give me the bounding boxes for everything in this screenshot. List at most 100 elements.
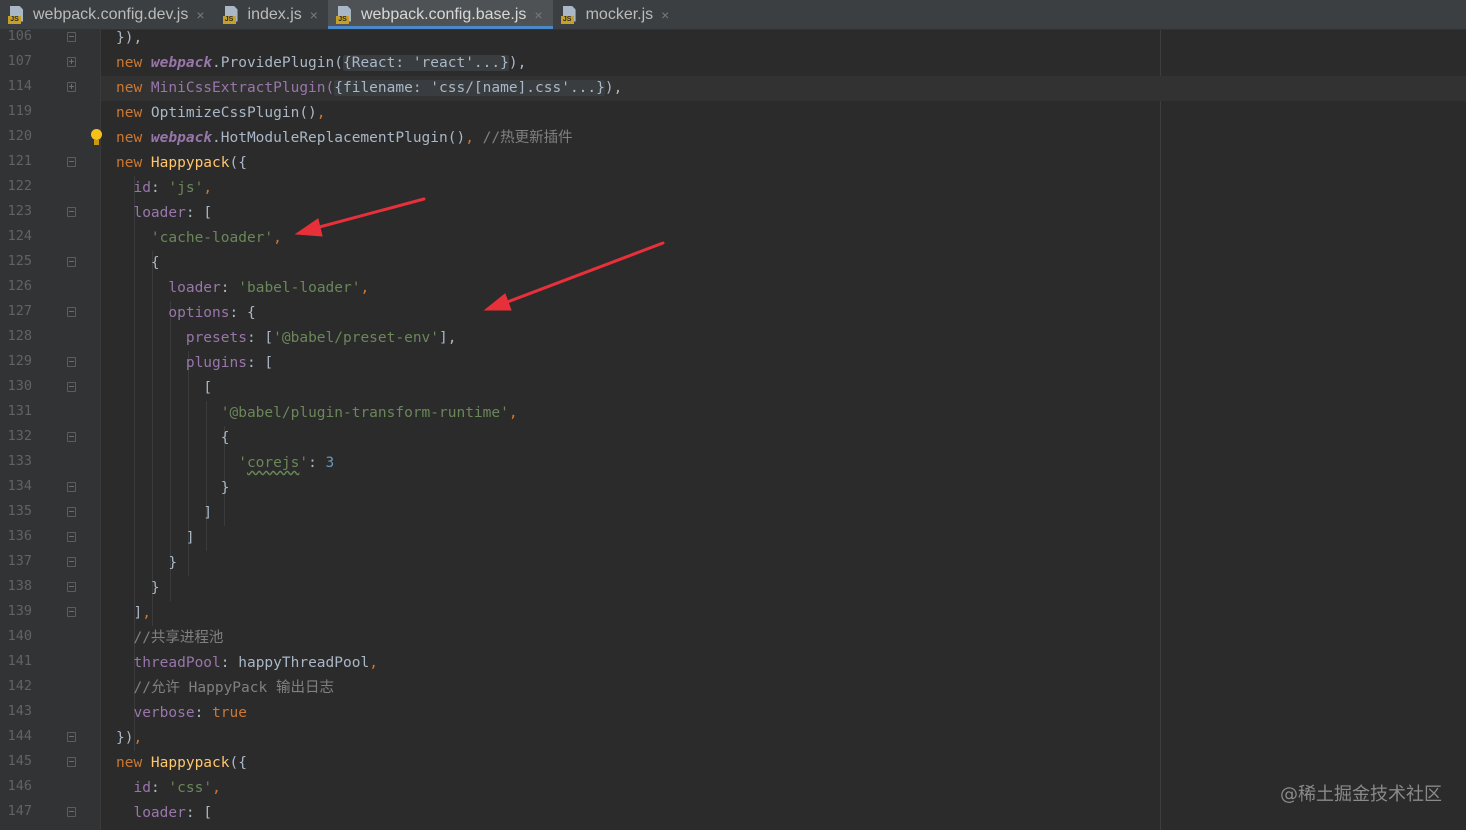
line-number: 131	[7, 403, 32, 419]
fold-end-icon[interactable]	[67, 732, 76, 742]
fold-collapse-icon[interactable]	[67, 257, 76, 267]
tab-mocker[interactable]: JS mocker.js ×	[553, 0, 680, 29]
line-number: 135	[7, 503, 32, 519]
fold-end-icon[interactable]	[67, 557, 76, 567]
fold-end-icon[interactable]	[67, 582, 76, 592]
code-line-131: '@babel/plugin-transform-runtime',	[220, 405, 518, 421]
code-line-132: {	[220, 430, 230, 446]
line-number: 145	[7, 753, 32, 769]
code-line-133: 'corejs': 3	[238, 455, 335, 471]
code-line-139: ],	[133, 605, 151, 621]
code-line-126: loader: 'babel-loader',	[168, 280, 370, 296]
code-line-130: [	[203, 380, 213, 396]
code-line-122: id: 'js',	[133, 180, 213, 196]
code-line-129: plugins: [	[185, 355, 274, 371]
code-area[interactable]: }), new webpack.ProvidePlugin({React: 'r…	[101, 26, 1466, 826]
code-line-123: loader: [	[133, 205, 213, 221]
code-line-145: new Happypack({	[116, 755, 247, 771]
code-line-127: options: {	[168, 305, 256, 321]
tab-webpack-config-base[interactable]: JS webpack.config.base.js ×	[327, 0, 553, 29]
code-line-144: }),	[116, 730, 143, 746]
tab-index[interactable]: JS index.js ×	[215, 0, 328, 29]
code-line-137: }	[168, 555, 178, 571]
line-number: 128	[7, 328, 32, 344]
code-line-124: 'cache-loader',	[150, 230, 282, 246]
code-line-119: new OptimizeCssPlugin(),	[116, 105, 326, 121]
code-line-134: }	[220, 480, 230, 496]
code-line-138: }	[150, 580, 160, 596]
close-icon[interactable]: ×	[661, 7, 669, 23]
tab-label: webpack.config.base.js	[360, 5, 527, 23]
code-line-121: new Happypack({	[116, 155, 247, 171]
js-file-icon: JS	[560, 5, 578, 24]
line-number: 125	[7, 253, 32, 269]
tab-webpack-config-dev[interactable]: JS webpack.config.dev.js ×	[0, 0, 215, 29]
fold-collapse-icon[interactable]	[67, 357, 76, 367]
fold-expand-icon[interactable]	[67, 57, 76, 67]
code-line-125: {	[150, 255, 160, 271]
close-icon[interactable]: ×	[196, 7, 204, 23]
close-icon[interactable]: ×	[534, 7, 542, 23]
fold-collapse-icon[interactable]	[67, 807, 76, 817]
fold-collapse-icon[interactable]	[67, 207, 76, 217]
code-line-107: new webpack.ProvidePlugin({React: 'react…	[116, 55, 527, 71]
js-file-icon: JS	[8, 5, 25, 24]
line-number: 127	[7, 303, 32, 319]
line-number: 147	[7, 803, 32, 819]
line-number: 140	[7, 628, 32, 644]
fold-collapse-icon[interactable]	[67, 157, 76, 167]
code-line-135: ]	[203, 505, 213, 521]
code-editor[interactable]: }), new webpack.ProvidePlugin({React: 'r…	[101, 30, 1466, 830]
close-icon[interactable]: ×	[310, 7, 318, 23]
line-number: 124	[7, 228, 32, 244]
line-number-gutter[interactable]: 106 107 114 119 120 121 122 123 124 125 …	[0, 28, 102, 830]
code-line-106: }),	[116, 30, 143, 46]
tab-label: index.js	[247, 5, 302, 23]
folded-region[interactable]: {React: 'react'...}	[342, 55, 509, 71]
fold-end-icon[interactable]	[67, 532, 76, 542]
code-line-142: //允许 HappyPack 输出日志	[133, 680, 334, 696]
line-number: 107	[7, 53, 32, 69]
line-number: 143	[7, 703, 32, 719]
tab-label: webpack.config.dev.js	[33, 5, 189, 23]
code-line-114: new MiniCssExtractPlugin({filename: 'css…	[101, 76, 1466, 101]
line-number: 139	[7, 603, 32, 619]
line-number: 121	[7, 153, 32, 169]
line-number: 134	[7, 478, 32, 494]
line-number: 120	[7, 128, 32, 144]
fold-end-icon[interactable]	[67, 32, 76, 42]
line-number: 137	[7, 553, 32, 569]
line-number: 114	[7, 78, 32, 94]
fold-collapse-icon[interactable]	[67, 432, 76, 442]
line-number: 129	[7, 353, 32, 369]
code-line-136: ]	[185, 530, 195, 546]
line-number: 138	[7, 578, 32, 594]
tab-label: mocker.js	[585, 5, 654, 23]
line-number: 144	[7, 728, 32, 744]
code-line-147: loader: [	[133, 805, 213, 821]
line-number: 136	[7, 528, 32, 544]
code-line-128: presets: ['@babel/preset-env'],	[185, 330, 457, 346]
fold-end-icon[interactable]	[67, 507, 76, 517]
fold-end-icon[interactable]	[67, 482, 76, 492]
line-number: 126	[7, 278, 32, 294]
line-number: 119	[7, 103, 32, 119]
fold-collapse-icon[interactable]	[67, 382, 76, 392]
fold-collapse-icon[interactable]	[67, 307, 76, 317]
fold-collapse-icon[interactable]	[67, 757, 76, 767]
line-number: 106	[7, 28, 32, 44]
fold-expand-icon[interactable]	[67, 82, 76, 92]
code-line-120: new webpack.HotModuleReplacementPlugin()…	[116, 130, 573, 146]
line-number: 142	[7, 678, 32, 694]
fold-end-icon[interactable]	[67, 607, 76, 617]
folded-region[interactable]: {filename: 'css/[name].css'...}	[334, 80, 605, 96]
js-file-icon: JS	[335, 5, 353, 24]
line-number: 132	[7, 428, 32, 444]
code-line-143: verbose: true	[133, 705, 247, 721]
line-number: 141	[7, 653, 32, 669]
watermark: @稀土掘金技术社区	[1280, 784, 1442, 805]
js-file-icon: JS	[222, 5, 240, 24]
line-number: 122	[7, 178, 32, 194]
line-number: 130	[7, 378, 32, 394]
line-number: 133	[7, 453, 32, 469]
